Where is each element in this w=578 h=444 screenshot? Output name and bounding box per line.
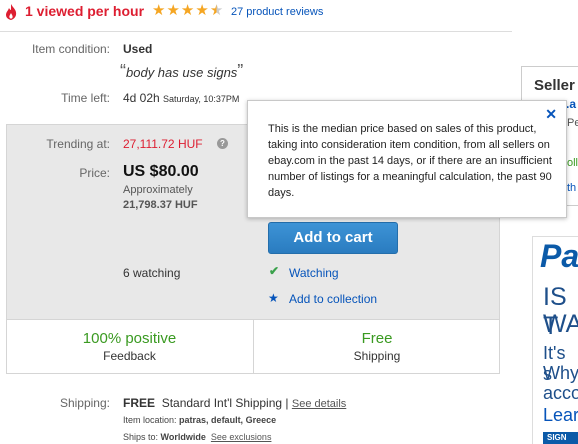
time-left-value: 4d 02h Saturday, 10:37PM — [123, 91, 239, 105]
shipping-highlight-label: Shipping — [353, 349, 401, 363]
seller-link[interactable]: th — [567, 182, 576, 194]
shipping-label: Shipping: — [59, 396, 110, 410]
product-reviews-link[interactable]: 27 product reviews — [231, 6, 323, 18]
trending-price-tooltip: This is the median price based on sales … — [247, 100, 567, 218]
shipping-highlight-value: Free — [361, 330, 393, 347]
ad-brand: Pa — [540, 238, 578, 274]
feedback-label: Feedback — [103, 349, 156, 363]
ad-text: acco — [543, 383, 578, 403]
star-icon: ★ — [166, 2, 180, 19]
condition-note-text: body has use signs — [126, 65, 238, 80]
help-icon[interactable]: ? — [217, 138, 228, 149]
ships-to-line: Ships to: Worldwide See exclusions — [123, 432, 271, 442]
shipping-cost: FREE — [123, 396, 156, 410]
price-value: US $80.00 — [123, 163, 199, 180]
shipping-service: Standard Int'l Shipping | — [161, 396, 289, 410]
shipping-line: FREE Standard Int'l Shipping | See detai… — [123, 396, 346, 410]
close-quote-icon: ” — [237, 61, 244, 81]
tooltip-text: This is the median price based on sales … — [268, 123, 552, 199]
ships-to-value: Worldwide — [160, 432, 206, 442]
star-icon: ★ — [180, 2, 195, 19]
watching-count: 6 watching — [123, 266, 181, 280]
ad-text: WA — [543, 310, 578, 338]
star-half-icon: ★ — [209, 2, 224, 19]
divider — [0, 31, 512, 32]
trending-value: 27,111.72 HUF — [123, 137, 203, 151]
time-left-remaining: 4d 02h — [123, 91, 160, 105]
ships-to-label: Ships to: — [123, 432, 159, 442]
price-label: Price: — [79, 166, 110, 180]
item-location-label: Item location: — [123, 415, 177, 425]
approx-value: 21,798.37 HUF — [123, 199, 198, 211]
seller-text: oll — [567, 157, 578, 169]
ad-sign-button[interactable]: SIGN — [543, 432, 578, 444]
trending-label: Trending at: — [46, 137, 110, 151]
seller-text: Pe — [567, 117, 578, 129]
item-condition-label: Item condition: — [31, 42, 110, 56]
item-location-value: patras, default, Greece — [179, 415, 277, 425]
time-left-label: Time left: — [61, 91, 110, 105]
see-exclusions-link[interactable]: See exclusions — [211, 432, 272, 442]
seller-title: Seller — [534, 77, 575, 94]
close-icon[interactable]: ✕ — [545, 106, 557, 122]
ad-text: Why — [543, 363, 578, 383]
add-to-cart-button[interactable]: Add to cart — [268, 222, 398, 254]
star-icon: ★ — [195, 2, 209, 19]
approx-label: Approximately — [123, 184, 193, 196]
star-collection-icon: ★ — [268, 291, 279, 305]
item-location-line: Item location: patras, default, Greece — [123, 415, 276, 425]
feedback-value: 100% positive — [82, 330, 177, 347]
watching-link[interactable]: Watching — [289, 266, 339, 280]
item-condition-value: Used — [123, 42, 153, 56]
check-icon: ✔ — [269, 264, 280, 278]
time-left-detail: Saturday, 10:37PM — [163, 94, 240, 104]
see-details-link[interactable]: See details — [292, 398, 346, 410]
top-bar: 1 viewed per hour ★ ★ ★ ★ ★ 27 product r… — [0, 0, 578, 26]
ad-learn-link[interactable]: Lear — [543, 405, 578, 426]
rating-stars[interactable]: ★ ★ ★ ★ ★ — [152, 3, 223, 18]
fire-icon — [6, 4, 17, 20]
viewed-per-hour-text: 1 viewed per hour — [25, 3, 145, 19]
add-to-collection-link[interactable]: Add to collection — [289, 292, 377, 306]
condition-note: “body has use signs” — [120, 61, 243, 82]
star-icon: ★ — [152, 2, 166, 19]
